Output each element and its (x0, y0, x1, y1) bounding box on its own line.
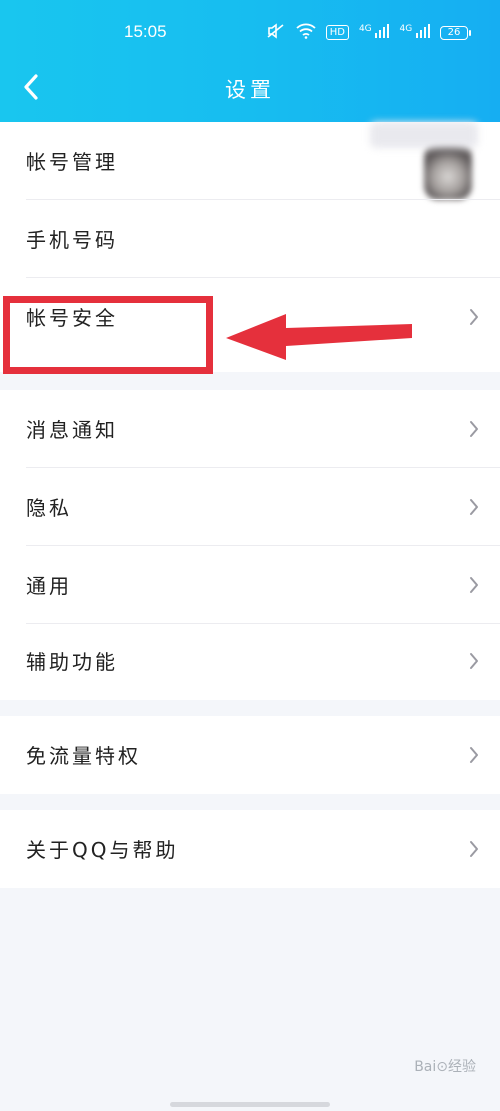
signal-4g-icon: 4G (359, 24, 390, 41)
avatar (424, 142, 472, 200)
settings-item-about-help[interactable]: 关于QQ与帮助 (0, 810, 500, 888)
mute-icon (266, 23, 286, 42)
page-title: 设置 (225, 78, 275, 102)
battery-icon: 26 (440, 25, 471, 40)
settings-group-data-privilege: 免流量特权 (0, 716, 500, 794)
chevron-right-icon (470, 577, 478, 593)
chevron-right-icon (470, 309, 478, 325)
settings-item-label: 免流量特权 (26, 744, 141, 768)
signal-4g-label: 4G (358, 24, 372, 34)
signal-4g-icon-2: 4G (399, 24, 430, 41)
settings-item-privacy[interactable]: 隐私 (0, 468, 500, 546)
header-bar: 15:05 HD 4G 4G 26 设置 (0, 0, 500, 122)
chevron-right-icon (470, 841, 478, 857)
settings-item-phone-number[interactable]: 手机号码 (0, 200, 500, 278)
settings-item-label: 通用 (26, 574, 72, 598)
settings-item-label: 消息通知 (26, 418, 118, 442)
wifi-icon (296, 23, 316, 42)
settings-item-label: 关于QQ与帮助 (26, 838, 179, 862)
settings-group-about: 关于QQ与帮助 (0, 810, 500, 888)
settings-item-accessibility[interactable]: 辅助功能 (0, 622, 500, 700)
watermark: Bai⊙经验 (414, 1059, 476, 1075)
settings-item-label: 辅助功能 (26, 650, 118, 674)
home-indicator (170, 1102, 330, 1107)
chevron-right-icon (470, 747, 478, 763)
settings-group-general: 消息通知 隐私 通用 辅助功能 (0, 390, 500, 700)
chevron-right-icon (470, 421, 478, 437)
nav-bar: 设置 (0, 62, 500, 112)
settings-item-notifications[interactable]: 消息通知 (0, 390, 500, 468)
settings-item-general[interactable]: 通用 (0, 546, 500, 624)
settings-item-label: 隐私 (26, 496, 72, 520)
highlight-box (3, 296, 213, 374)
status-bar: 15:05 HD 4G 4G 26 (0, 20, 500, 48)
phone-number-value-blurred (370, 122, 478, 148)
chevron-right-icon (470, 653, 478, 669)
settings-item-label: 帐号管理 (26, 150, 118, 174)
arrow-left-icon (226, 314, 412, 360)
chevron-right-icon (470, 499, 478, 515)
status-time: 15:05 (124, 22, 167, 41)
status-icons: HD 4G 4G 26 (266, 23, 471, 42)
signal-4g-label-2: 4G (399, 24, 413, 34)
hd-icon: HD (325, 25, 349, 40)
settings-item-label: 手机号码 (26, 228, 118, 252)
settings-item-free-data[interactable]: 免流量特权 (0, 716, 500, 794)
